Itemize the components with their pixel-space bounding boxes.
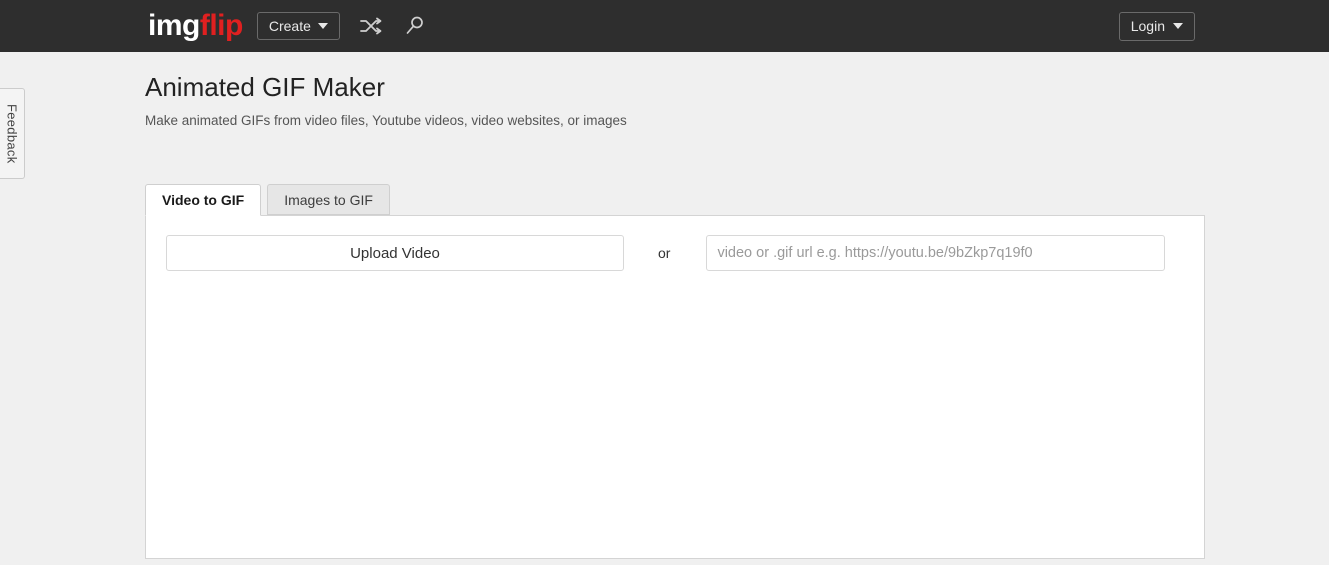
logo-text-img: img (148, 9, 200, 42)
nav-left-group: imgflip Create (148, 11, 428, 41)
logo-text-flip: flip (199, 9, 244, 42)
login-button-label: Login (1130, 18, 1165, 34)
tab-images-to-gif-label: Images to GIF (284, 191, 373, 208)
page-title: Animated GIF Maker (145, 72, 385, 102)
gif-maker-panel: Upload Video or (145, 215, 1205, 559)
tab-list: Video to GIF Images to GIF (145, 184, 390, 216)
nav-right-group: Login (1118, 11, 1195, 41)
create-button-label: Create (268, 18, 311, 34)
search-icon[interactable] (402, 13, 428, 39)
feedback-tab-label: Feedback (4, 103, 20, 164)
tab-video-to-gif-label: Video to GIF (162, 192, 245, 208)
upload-video-button[interactable]: Upload Video (166, 235, 624, 271)
page-subtitle: Make animated GIFs from video files, You… (145, 113, 627, 128)
video-url-input[interactable] (706, 235, 1166, 271)
feedback-tab[interactable]: Feedback (0, 88, 25, 179)
imgflip-logo[interactable]: imgflip (148, 11, 243, 41)
tab-images-to-gif[interactable]: Images to GIF (267, 184, 390, 215)
create-button[interactable]: Create (256, 12, 340, 40)
upload-row: Upload Video or (166, 235, 1166, 271)
chevron-down-icon (317, 23, 328, 29)
top-navigation-bar: imgflip Create Login (0, 0, 1329, 52)
shuffle-icon[interactable] (358, 13, 384, 39)
login-button[interactable]: Login (1118, 11, 1195, 41)
chevron-down-icon (1173, 23, 1183, 29)
or-separator-label: or (658, 245, 671, 261)
tab-video-to-gif[interactable]: Video to GIF (145, 184, 262, 216)
upload-video-button-label: Upload Video (350, 244, 440, 262)
